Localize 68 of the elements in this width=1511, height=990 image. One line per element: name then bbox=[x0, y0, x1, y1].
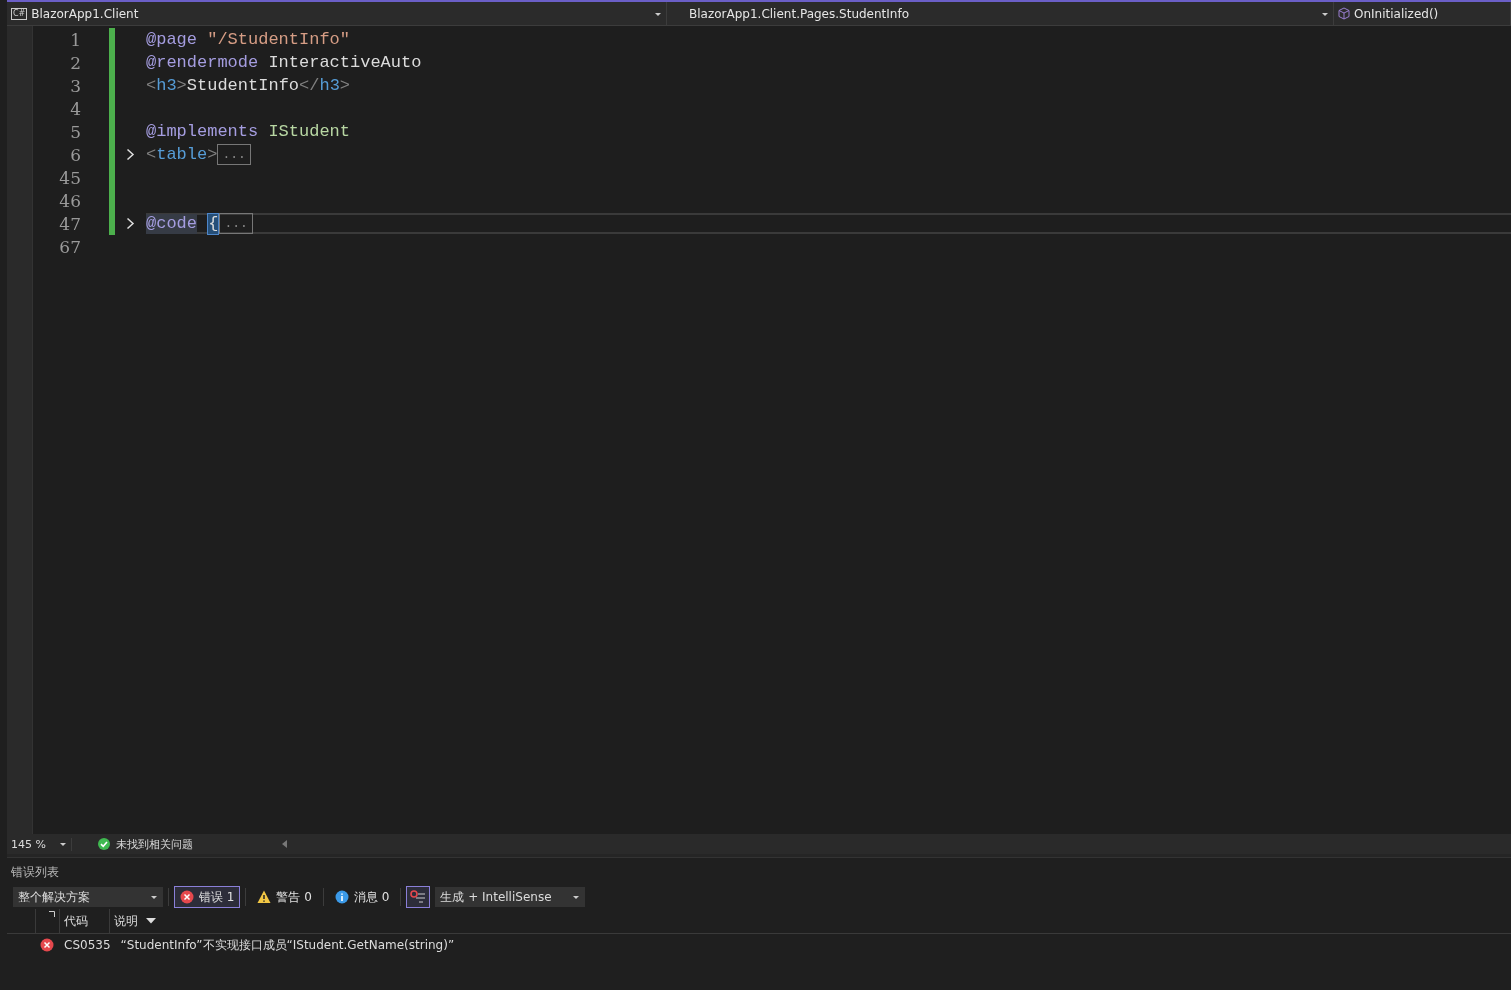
code-text: InteractiveAuto bbox=[268, 52, 422, 73]
project-type-badge: C# bbox=[11, 7, 28, 20]
code-string: "/StudentInfo" bbox=[207, 29, 351, 50]
error-icon bbox=[40, 938, 54, 952]
code-bracket: > bbox=[207, 144, 218, 165]
column-header[interactable]: 代码 bbox=[64, 912, 88, 930]
type-name: BlazorApp1.Client.Pages.StudentInfo bbox=[689, 6, 909, 21]
line-number: 46 bbox=[58, 190, 82, 211]
filter-button[interactable]: 错误 1 bbox=[174, 886, 241, 908]
issues-status: 未找到相关问题 bbox=[116, 836, 194, 852]
sort-caret-icon bbox=[146, 918, 156, 924]
project-name: BlazorApp1.Client bbox=[31, 6, 139, 21]
info-icon bbox=[334, 890, 349, 904]
error-code: CS0535 bbox=[64, 938, 111, 952]
code-directive: @code bbox=[146, 213, 197, 234]
chevron-icon[interactable] bbox=[126, 148, 135, 161]
error-description: “StudentInfo”不实现接口成员“IStudent.GetName(string)” bbox=[120, 936, 455, 954]
type-dropdown[interactable]: BlazorApp1.Client.Pages.StudentInfo bbox=[667, 2, 1334, 25]
column-header[interactable]: 说明 bbox=[114, 912, 138, 930]
chevron-icon[interactable] bbox=[126, 217, 135, 230]
caret-icon bbox=[59, 841, 67, 847]
zoom-dropdown[interactable]: 145 % bbox=[7, 837, 72, 851]
scroll-left-icon bbox=[282, 840, 287, 848]
filter-icon bbox=[410, 890, 427, 904]
matched-brace: { bbox=[207, 212, 220, 235]
caret-icon bbox=[572, 894, 581, 900]
line-number: 4 bbox=[69, 98, 82, 119]
caret-icon bbox=[1321, 10, 1329, 17]
cube-icon bbox=[1338, 7, 1350, 20]
line-number: 45 bbox=[58, 167, 82, 188]
column-marker-icon bbox=[49, 911, 55, 917]
zoom-level: 145 % bbox=[11, 837, 46, 851]
code-tag: table bbox=[156, 144, 208, 165]
member-name: OnInitialized() bbox=[1354, 6, 1439, 21]
member-dropdown[interactable]: OnInitialized() bbox=[1334, 2, 1511, 25]
code-bracket: < bbox=[146, 144, 157, 165]
warning-icon bbox=[257, 890, 272, 904]
caret-icon bbox=[654, 10, 662, 17]
code-bracket: > bbox=[176, 75, 187, 96]
filter-button[interactable]: 警告 0 bbox=[251, 886, 318, 908]
line-number: 3 bbox=[69, 75, 82, 96]
code-tag: h3 bbox=[319, 75, 340, 96]
code-tag: h3 bbox=[156, 75, 177, 96]
code-directive: @implements bbox=[146, 121, 259, 142]
code-directive: @page bbox=[146, 29, 197, 50]
filter-button[interactable]: 消息 0 bbox=[328, 886, 396, 908]
line-number: 5 bbox=[69, 121, 82, 142]
error-icon bbox=[180, 890, 194, 904]
code-text: StudentInfo bbox=[186, 75, 300, 96]
line-number: 47 bbox=[58, 213, 82, 234]
check-circle-icon bbox=[98, 838, 110, 850]
line-number: 67 bbox=[58, 236, 82, 257]
source-dropdown[interactable]: 生成 + IntelliSense bbox=[435, 887, 586, 907]
project-dropdown[interactable]: C# BlazorApp1.Client bbox=[7, 2, 667, 25]
collapsed-region[interactable]: ... bbox=[219, 213, 253, 234]
caret-icon bbox=[150, 894, 158, 900]
filter-toggle-button[interactable] bbox=[406, 886, 431, 908]
collapsed-region[interactable]: ... bbox=[217, 144, 251, 165]
panel-title: 错误列表 bbox=[10, 864, 60, 881]
code-bracket: </ bbox=[299, 75, 320, 96]
scope-dropdown[interactable]: 整个解决方案 bbox=[13, 887, 163, 907]
code-directive: @rendermode bbox=[146, 52, 259, 73]
code-bracket: > bbox=[339, 75, 351, 96]
line-number: 2 bbox=[69, 52, 82, 73]
line-number: 6 bbox=[69, 144, 82, 165]
line-number: 1 bbox=[69, 29, 82, 50]
code-bracket: < bbox=[146, 75, 157, 96]
code-type: IStudent bbox=[268, 121, 351, 142]
